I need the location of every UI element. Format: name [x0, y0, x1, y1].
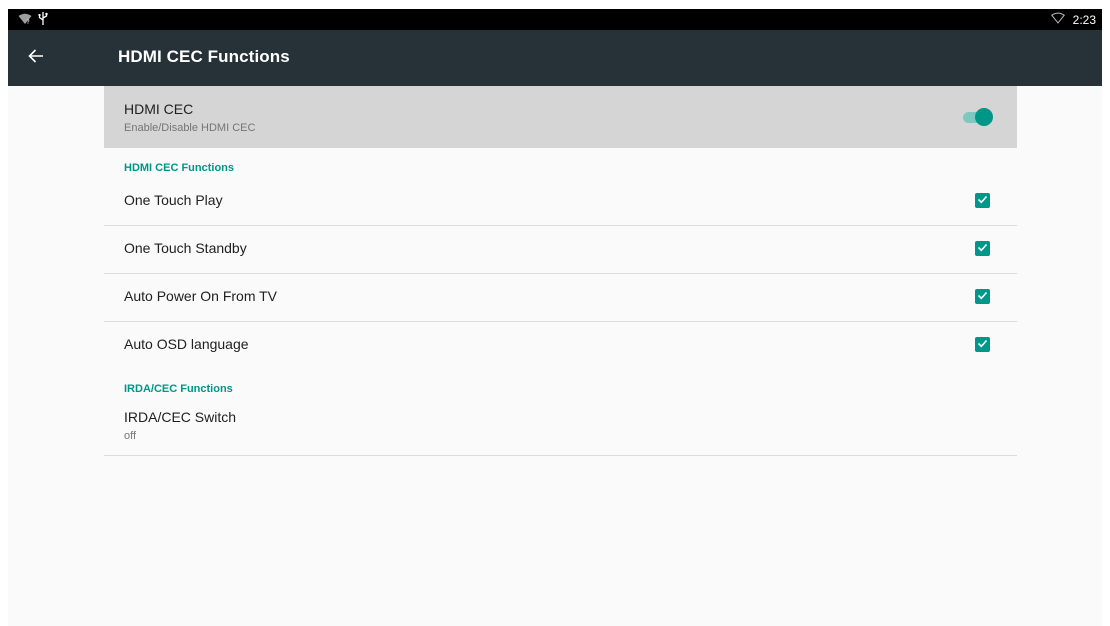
status-left-icons: ? [18, 12, 48, 30]
auto-power-on-row[interactable]: Auto Power On From TV [104, 274, 1017, 322]
auto-power-on-label: Auto Power On From TV [124, 288, 278, 304]
irda-cec-switch-value: off [124, 430, 137, 442]
arrow-back-icon [28, 48, 44, 69]
hdmi-cec-title: HDMI CEC [124, 101, 194, 117]
back-button[interactable] [22, 44, 50, 72]
usb-icon [38, 12, 48, 30]
toggle-thumb [975, 108, 993, 126]
svg-text:?: ? [27, 19, 30, 25]
auto-osd-language-checkbox[interactable] [975, 337, 990, 352]
one-touch-standby-checkbox[interactable] [975, 241, 990, 256]
wifi-unknown-icon: ? [18, 12, 32, 30]
category-irda-cec-functions: IRDA/CEC Functions [104, 369, 1017, 399]
irda-cec-switch-row[interactable]: IRDA/CEC Switch off [104, 399, 1017, 456]
hdmi-cec-summary: Enable/Disable HDMI CEC [124, 122, 256, 134]
app-bar: HDMI CEC Functions [8, 30, 1102, 86]
check-icon [977, 240, 988, 258]
page-title: HDMI CEC Functions [118, 47, 290, 66]
auto-power-on-checkbox[interactable] [975, 289, 990, 304]
one-touch-play-label: One Touch Play [124, 192, 223, 208]
auto-osd-language-row[interactable]: Auto OSD language [104, 322, 1017, 369]
one-touch-standby-label: One Touch Standby [124, 240, 247, 256]
irda-cec-switch-title: IRDA/CEC Switch [124, 409, 237, 425]
check-icon [977, 288, 988, 306]
check-icon [977, 192, 988, 210]
status-bar: ? 2:23 [8, 9, 1102, 30]
one-touch-standby-row[interactable]: One Touch Standby [104, 226, 1017, 274]
auto-osd-language-label: Auto OSD language [124, 336, 249, 352]
category-label: HDMI CEC Functions [124, 162, 234, 174]
hdmi-cec-toggle[interactable] [963, 108, 993, 126]
settings-list: HDMI CEC Enable/Disable HDMI CEC HDMI CE… [104, 86, 1017, 456]
category-hdmi-cec-functions: HDMI CEC Functions [104, 148, 1017, 178]
one-touch-play-checkbox[interactable] [975, 193, 990, 208]
hdmi-cec-row[interactable]: HDMI CEC Enable/Disable HDMI CEC [104, 86, 1017, 148]
check-icon [977, 336, 988, 354]
category-label: IRDA/CEC Functions [124, 383, 233, 395]
wifi-empty-icon [1050, 12, 1065, 27]
screen: ? 2:23 HDMI CEC Functions HDMI CEC Enabl… [8, 9, 1102, 626]
status-right: 2:23 [1050, 12, 1096, 27]
status-time: 2:23 [1072, 12, 1096, 27]
one-touch-play-row[interactable]: One Touch Play [104, 178, 1017, 226]
